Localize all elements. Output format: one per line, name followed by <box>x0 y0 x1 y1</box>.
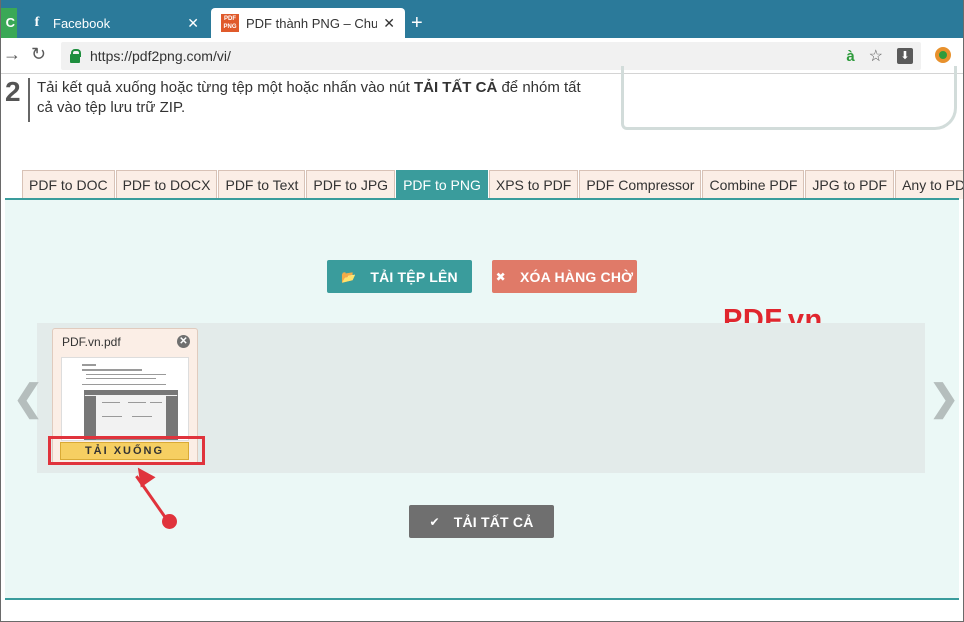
step-text-before: Tải kết quả xuống hoặc từng tệp một hoặc… <box>37 79 414 96</box>
download-all-label: TẢI TẤT CẢ <box>453 513 534 530</box>
pdf2png-favicon-icon: PDF PNG <box>221 14 239 32</box>
step-text-bold: TẢI TẤT CẢ <box>413 79 498 96</box>
remove-file-icon[interactable]: ✕ <box>177 335 190 348</box>
upload-files-button[interactable]: 📂 TẢI TỆP LÊN <box>327 260 472 293</box>
file-name: PDF.vn.pdf <box>62 335 121 349</box>
highlight-box <box>48 436 205 465</box>
page-thumbnail <box>61 357 189 441</box>
close-icon[interactable]: ✕ <box>187 15 199 32</box>
tab-combine-pdf[interactable]: Combine PDF <box>702 170 805 199</box>
tab-pdf-to-docx[interactable]: PDF to DOCX <box>115 170 218 199</box>
translate-icon[interactable]: à <box>846 48 854 65</box>
tab-facebook[interactable]: f Facebook ✕ <box>19 8 209 38</box>
next-arrow-icon[interactable]: ❯ <box>929 377 959 419</box>
new-tab-button[interactable]: + <box>411 12 423 34</box>
extension-icon[interactable] <box>935 47 951 63</box>
previous-tab-edge[interactable]: C <box>1 8 17 38</box>
tab-pdf2png[interactable]: PDF PNG PDF thành PNG – Chuyển ✕ <box>211 8 405 38</box>
download-icon[interactable]: ⬇ <box>897 48 913 64</box>
tab-pdf-to-text[interactable]: PDF to Text <box>218 170 306 199</box>
step-divider <box>28 78 30 122</box>
tab-pdf-to-png[interactable]: PDF to PNG <box>396 170 488 199</box>
tab-title: PDF thành PNG – Chuyển <box>246 15 378 31</box>
tab-pdf-compressor[interactable]: PDF Compressor <box>579 170 702 199</box>
folder-open-icon: 📂 <box>341 269 357 284</box>
reload-icon[interactable]: ↻ <box>31 44 46 65</box>
close-icon: ✖ <box>495 269 506 284</box>
prev-arrow-icon[interactable]: ❮ <box>13 377 43 419</box>
annotation-arrow-tail <box>162 514 177 529</box>
url-text[interactable]: https://pdf2png.com/vi/ <box>90 48 231 64</box>
tab-pdf-to-doc[interactable]: PDF to DOC <box>22 170 115 199</box>
clear-label: XÓA HÀNG CHỜ <box>519 268 634 285</box>
close-icon[interactable]: ✕ <box>383 15 395 32</box>
download-all-button[interactable]: ✔ TẢI TẤT CẢ <box>409 505 554 538</box>
tab-pdf-to-jpg[interactable]: PDF to JPG <box>306 170 396 199</box>
browser-window: C f Facebook ✕ PDF PNG PDF thành PNG – C… <box>0 0 964 622</box>
checkmark-icon: ✔ <box>429 514 440 529</box>
facebook-icon: f <box>34 15 40 30</box>
back-arrow-icon[interactable]: → <box>3 44 21 65</box>
tab-any-to-pdf[interactable]: Any to PDF <box>895 170 963 199</box>
clear-queue-button[interactable]: ✖ XÓA HÀNG CHỜ <box>492 260 637 293</box>
tab-jpg-to-pdf[interactable]: JPG to PDF <box>805 170 895 199</box>
lock-icon <box>70 48 81 63</box>
step-description: Tải kết quả xuống hoặc từng tệp một hoặc… <box>37 78 597 118</box>
converter-tabs: PDF to DOC PDF to DOCX PDF to Text PDF to J… <box>22 170 963 199</box>
tab-strip: C f Facebook ✕ PDF PNG PDF thành PNG – C… <box>1 0 963 38</box>
step-number: 2 <box>5 76 21 107</box>
tab-title: Facebook <box>53 15 111 31</box>
side-frame <box>621 66 957 130</box>
upload-label: TẢI TỆP LÊN <box>370 268 458 285</box>
bookmark-star-icon[interactable]: ☆ <box>869 46 883 66</box>
tab-xps-to-pdf[interactable]: XPS to PDF <box>488 170 579 199</box>
